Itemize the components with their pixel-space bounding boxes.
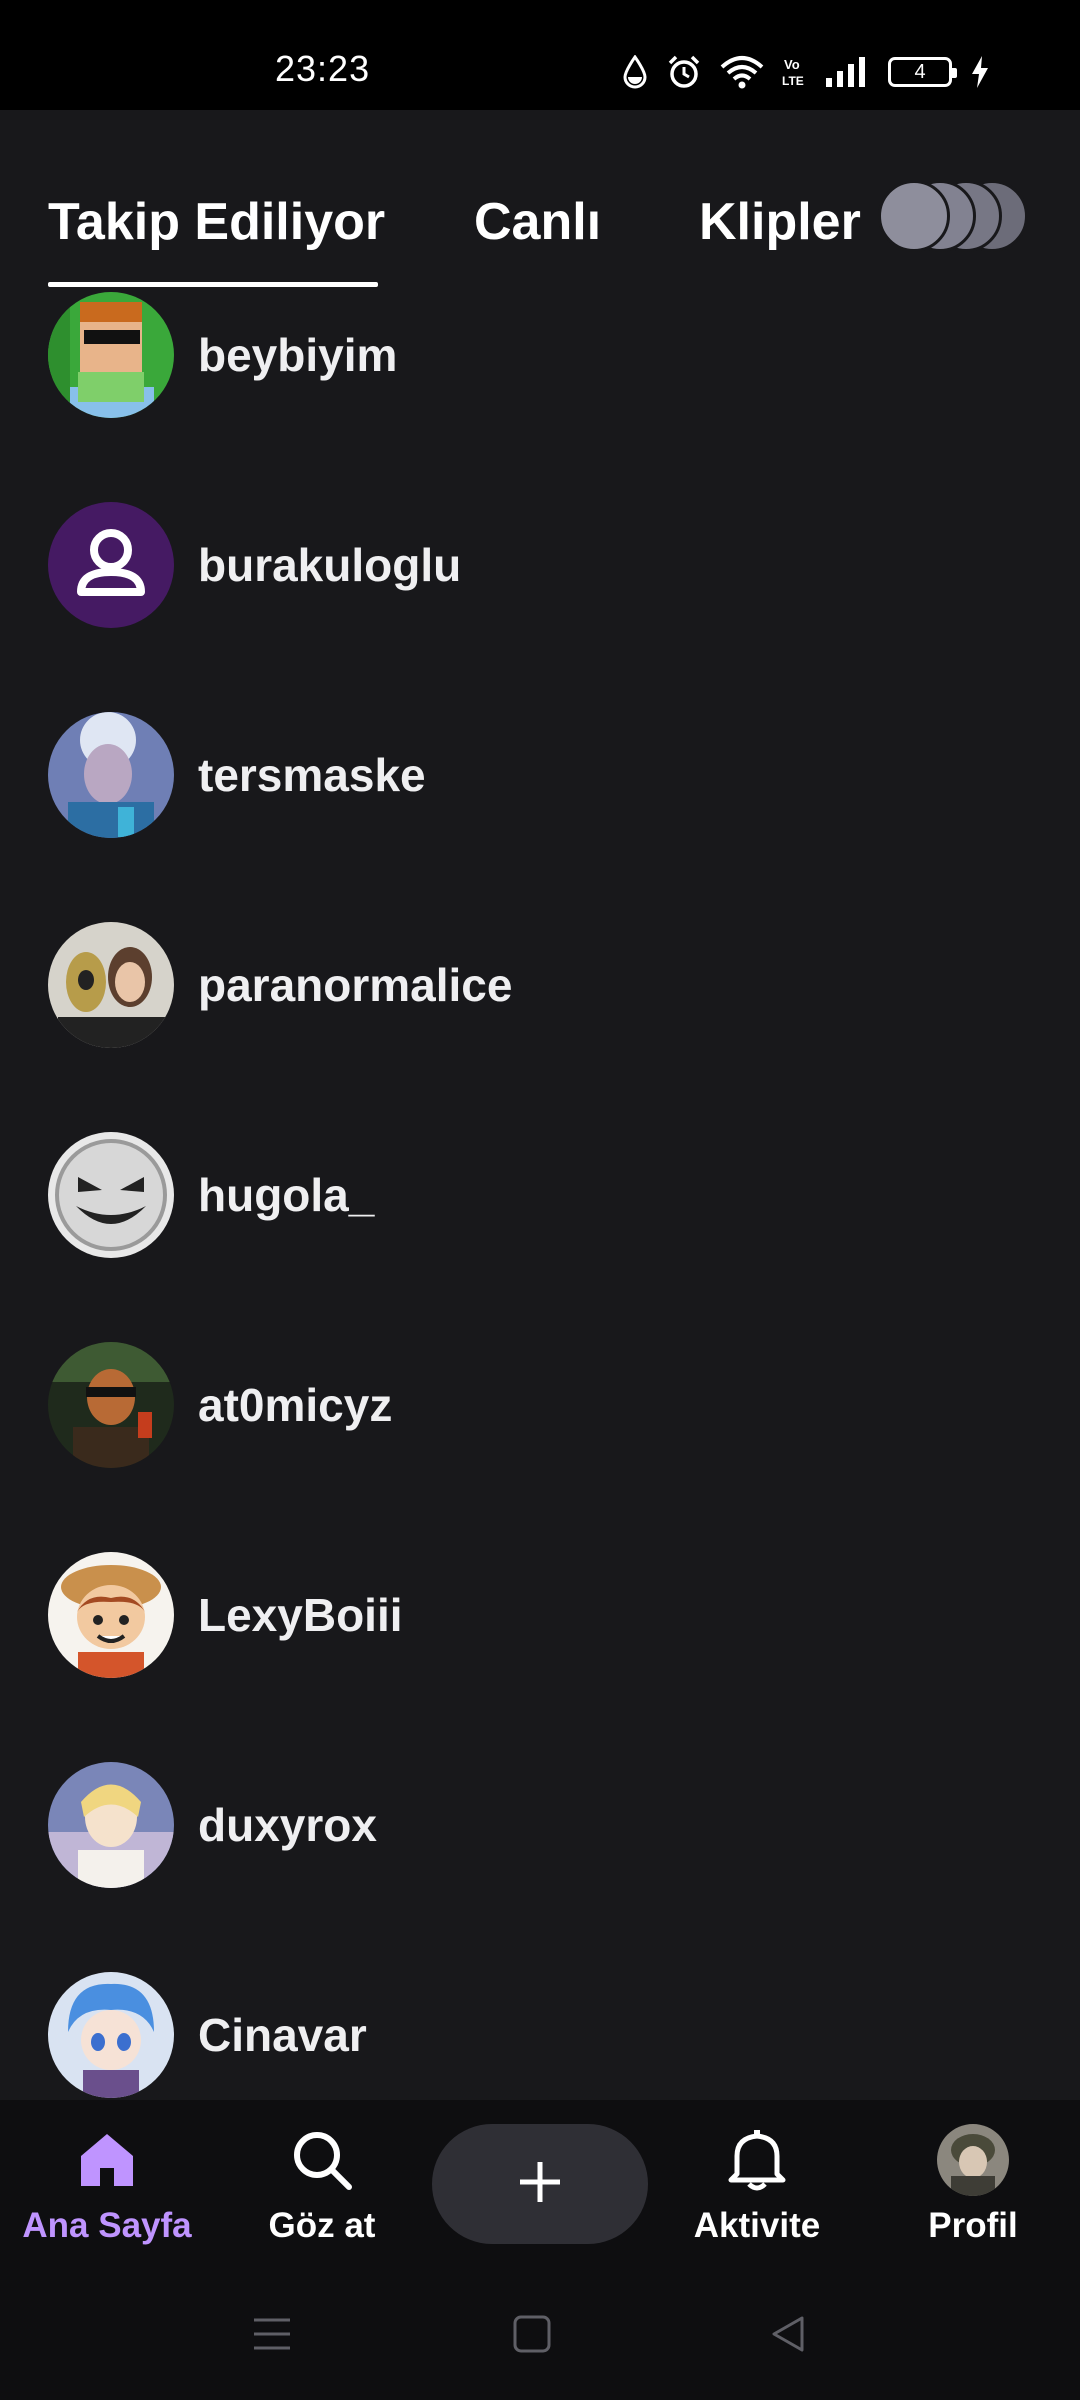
alarm-icon	[666, 54, 702, 90]
channel-name: duxyrox	[198, 1799, 377, 1851]
signal-icon	[824, 56, 870, 88]
profile-avatar-wrap	[873, 2122, 1073, 2198]
volte-icon: Vo LTE	[782, 55, 806, 89]
followed-channel-list: beybiyim burakuloglu tersmaske paranorma…	[0, 290, 1080, 2100]
nav-home-label: Ana Sayfa	[22, 2206, 192, 2245]
list-item[interactable]: paranormalice	[0, 920, 1080, 1050]
system-navigation-bar	[0, 2280, 1080, 2400]
create-button[interactable]	[432, 2124, 648, 2244]
search-icon	[222, 2122, 422, 2198]
list-item[interactable]: at0micyz	[0, 1340, 1080, 1470]
avatar	[48, 292, 174, 418]
nav-profile[interactable]: Profil	[873, 2122, 1073, 2262]
avatar	[48, 1132, 174, 1258]
list-item[interactable]: tersmaske	[0, 710, 1080, 840]
tab-following[interactable]: Takip Ediliyor	[48, 192, 385, 252]
battery-icon: 4	[888, 57, 957, 87]
list-item[interactable]: burakuloglu	[0, 500, 1080, 630]
avatar	[48, 922, 174, 1048]
status-time: 23:23	[275, 48, 371, 89]
avatar	[48, 712, 174, 838]
list-item[interactable]: Cinavar	[0, 1970, 1080, 2100]
nav-home[interactable]: Ana Sayfa	[7, 2122, 207, 2262]
battery-level: 4	[914, 60, 926, 83]
list-item[interactable]: hugola_	[0, 1130, 1080, 1260]
bottom-navigation: Ana Sayfa Göz at Aktivite Profil	[0, 2100, 1080, 2280]
status-icons: Vo LTE 4	[622, 50, 990, 94]
wifi-icon	[720, 55, 764, 89]
channel-name: burakuloglu	[198, 539, 462, 591]
clips-avatar-stack[interactable]	[878, 180, 1028, 256]
channel-name: paranormalice	[198, 959, 513, 1011]
charging-icon	[970, 55, 990, 89]
back-icon[interactable]	[768, 2314, 808, 2359]
channel-name: hugola_	[198, 1169, 375, 1221]
tab-clips[interactable]: Klipler	[699, 192, 861, 252]
svg-text:LTE: LTE	[782, 74, 804, 88]
avatar	[937, 2124, 1009, 2196]
status-bar: 23:23 Vo LTE 4	[0, 0, 1080, 110]
list-item[interactable]: duxyrox	[0, 1760, 1080, 1890]
home-button-icon[interactable]	[512, 2314, 552, 2359]
menu-icon[interactable]	[252, 2314, 292, 2359]
plus-icon	[517, 2159, 563, 2210]
channel-name: Cinavar	[198, 2009, 367, 2061]
nav-activity[interactable]: Aktivite	[657, 2122, 857, 2262]
avatar	[48, 1972, 174, 2098]
water-drop-icon	[622, 55, 648, 89]
channel-name: tersmaske	[198, 749, 426, 801]
active-tab-indicator	[48, 282, 378, 287]
avatar	[48, 502, 174, 628]
channel-name: at0micyz	[198, 1379, 393, 1431]
channel-name: LexyBoiii	[198, 1589, 403, 1641]
nav-activity-label: Aktivite	[693, 2206, 821, 2245]
bell-icon	[657, 2122, 857, 2198]
list-item[interactable]: LexyBoiii	[0, 1550, 1080, 1680]
top-tabs: Takip Ediliyor Canlı Klipler	[0, 110, 1080, 290]
avatar	[878, 180, 950, 252]
avatar	[48, 1342, 174, 1468]
nav-profile-label: Profil	[928, 2206, 1018, 2245]
channel-name: beybiyim	[198, 329, 398, 381]
home-icon	[7, 2122, 207, 2198]
svg-text:Vo: Vo	[784, 57, 800, 72]
avatar	[48, 1762, 174, 1888]
tab-live[interactable]: Canlı	[474, 192, 601, 252]
nav-browse[interactable]: Göz at	[222, 2122, 422, 2262]
list-item[interactable]: beybiyim	[0, 290, 1080, 420]
avatar	[48, 1552, 174, 1678]
nav-browse-label: Göz at	[268, 2206, 376, 2245]
